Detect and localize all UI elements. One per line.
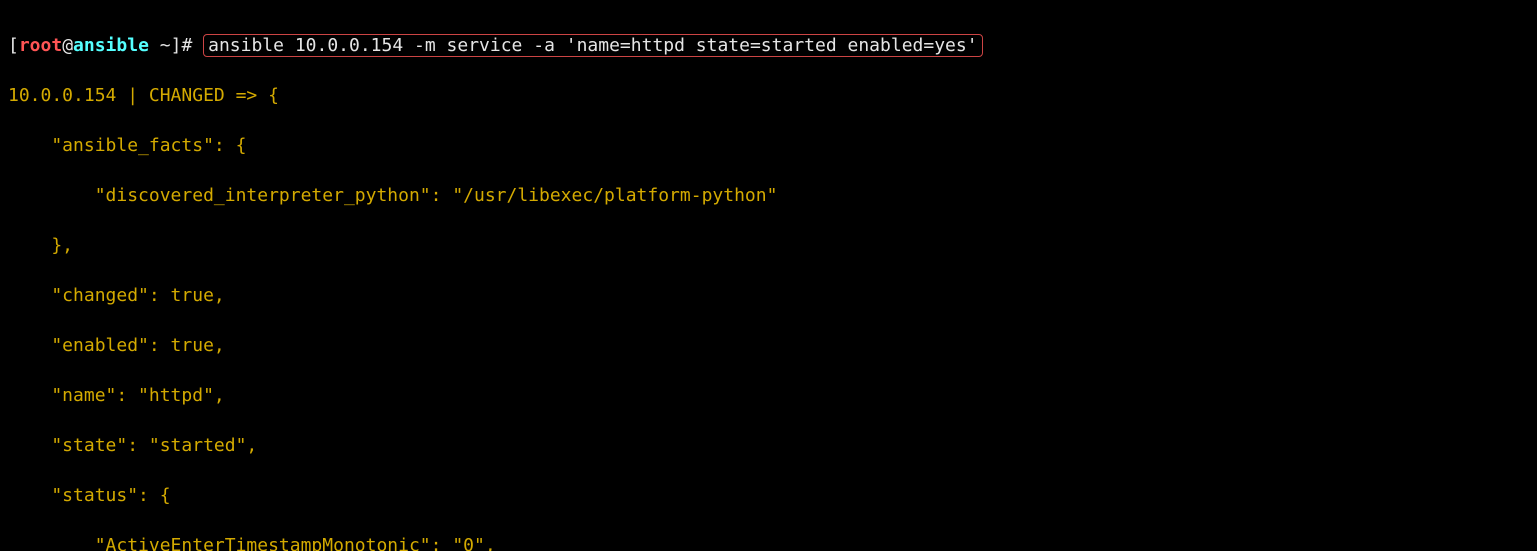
output-line: "changed": true, xyxy=(8,283,1529,308)
bracket-close: ] xyxy=(171,35,182,56)
bracket-open: [ xyxy=(8,35,19,56)
prompt-at: @ xyxy=(62,35,73,56)
command-text: ansible 10.0.0.154 -m service -a 'name=h… xyxy=(203,34,982,57)
output-line: "ansible_facts": { xyxy=(8,133,1529,158)
prompt-user: root xyxy=(19,35,62,56)
output-line: "state": "started", xyxy=(8,433,1529,458)
output-line: "name": "httpd", xyxy=(8,383,1529,408)
output-line: "enabled": true, xyxy=(8,333,1529,358)
prompt-line[interactable]: [root@ansible ~]# ansible 10.0.0.154 -m … xyxy=(8,33,1529,58)
prompt-path: ~ xyxy=(160,35,171,56)
terminal-output[interactable]: [root@ansible ~]# ansible 10.0.0.154 -m … xyxy=(0,0,1537,551)
prompt-host: ansible xyxy=(73,35,149,56)
output-line: "discovered_interpreter_python": "/usr/l… xyxy=(8,183,1529,208)
output-line: "status": { xyxy=(8,483,1529,508)
output-line: "ActiveEnterTimestampMonotonic": "0", xyxy=(8,533,1529,551)
output-line: }, xyxy=(8,233,1529,258)
prompt-sep xyxy=(149,35,160,56)
prompt-hash: # xyxy=(181,35,203,56)
result-header: 10.0.0.154 | CHANGED => { xyxy=(8,83,1529,108)
